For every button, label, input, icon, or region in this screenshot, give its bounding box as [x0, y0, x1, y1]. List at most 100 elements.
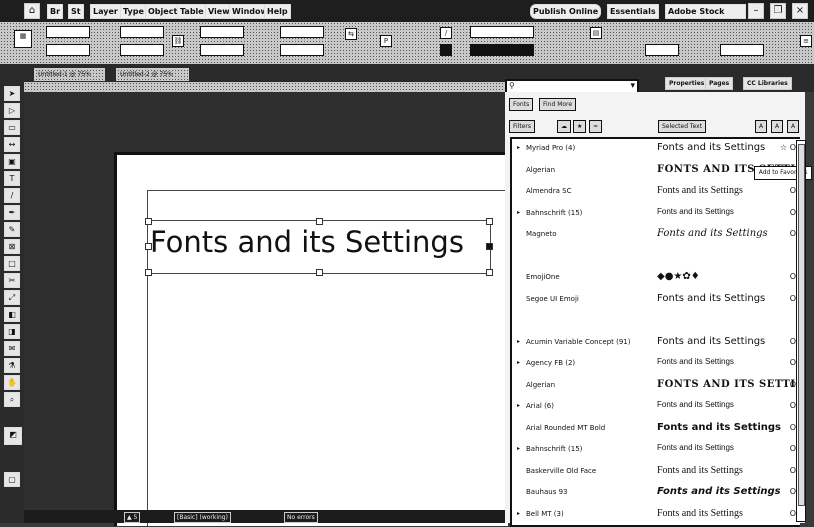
tab-properties[interactable]: Properties [665, 77, 709, 90]
frame-handle-br[interactable] [486, 269, 493, 276]
workspace-switcher[interactable]: Essentials [607, 4, 659, 19]
cloud-icon[interactable]: ☁ [557, 120, 571, 133]
expand-arrow-icon[interactable]: ▸ [517, 445, 520, 452]
filter-button[interactable]: Filters [509, 120, 535, 133]
gap-tool-icon[interactable]: ↔ [4, 137, 20, 152]
select-icon[interactable]: P [380, 35, 392, 47]
pen-tool-icon[interactable]: ✒ [4, 205, 20, 220]
dropdown-icon[interactable]: ▾ [630, 81, 635, 91]
view-mode-icon[interactable]: ▢ [4, 472, 20, 487]
expand-arrow-icon[interactable]: ▸ [517, 510, 520, 517]
font-list-item[interactable]: Almendra SC Fonts and its Settings O [512, 182, 800, 202]
menu-help[interactable]: Help [264, 4, 291, 19]
type-tool-icon[interactable]: T [4, 171, 20, 186]
rectangle-frame-tool-icon[interactable]: ⊠ [4, 239, 20, 254]
y-field[interactable] [46, 44, 90, 56]
font-list-item[interactable]: EmojiOne ◆●★✿♦ O [512, 268, 800, 288]
fill-swatch-icon[interactable]: / [440, 27, 452, 39]
frame-handle-tr[interactable] [486, 218, 493, 225]
font-list-item[interactable] [512, 247, 800, 267]
selection-tool-icon[interactable]: ➤ [4, 86, 20, 101]
menu-object[interactable]: Object [145, 4, 181, 19]
effects-field[interactable] [720, 44, 764, 56]
width-field[interactable] [120, 26, 164, 38]
document-tab-2[interactable]: Untitled-2 @ 75% [116, 68, 189, 81]
stroke-type-field[interactable] [470, 26, 534, 38]
favorite-star-icon[interactable]: ☆ O [780, 143, 796, 152]
font-list-item[interactable]: Magneto Fonts and its Settings O [512, 225, 800, 245]
pencil-tool-icon[interactable]: ✎ [4, 222, 20, 237]
rectangle-tool-icon[interactable]: □ [4, 256, 20, 271]
align-icon[interactable]: ▤ [590, 27, 602, 39]
direct-selection-tool-icon[interactable]: ▷ [4, 103, 20, 118]
font-size-large-icon[interactable]: A [771, 120, 784, 133]
expand-arrow-icon[interactable]: ▸ [517, 144, 520, 151]
tab-fonts[interactable]: Fonts [509, 98, 534, 111]
menu-br[interactable]: Br [47, 4, 64, 19]
menu-st[interactable]: St [68, 4, 84, 19]
constrain-icon[interactable]: ⛓ [172, 35, 184, 47]
line-tool-icon[interactable]: / [4, 188, 20, 203]
preflight-profile[interactable]: [Basic] (working) [174, 512, 231, 523]
x-field[interactable] [46, 26, 90, 38]
menu-layer[interactable]: Layer [90, 4, 121, 19]
content-collector-icon[interactable]: ▣ [4, 154, 20, 169]
selected-text-toggle[interactable]: Selected Text [658, 120, 707, 133]
tab-find-more[interactable]: Find More [539, 98, 577, 111]
flip-icon[interactable]: ⇆ [345, 28, 357, 40]
expand-arrow-icon[interactable]: ▸ [517, 359, 520, 366]
font-list-item[interactable] [512, 311, 800, 331]
restore-icon[interactable]: ❐ [770, 3, 786, 19]
font-list-item[interactable]: ▸ Myriad Pro (4) Fonts and its Settings ☆ O [512, 139, 800, 159]
frame-handle-bl[interactable] [145, 269, 152, 276]
minimize-icon[interactable]: – [748, 3, 764, 19]
free-transform-tool-icon[interactable]: ⤢ [4, 290, 20, 305]
scale-y-field[interactable] [200, 44, 244, 56]
font-list-item[interactable]: Arial Rounded MT Bold Fonts and its Setti… [512, 419, 800, 439]
stroke-weight-field[interactable] [470, 44, 534, 56]
fill-stroke-icon[interactable]: ◩ [4, 427, 22, 445]
font-list-item[interactable]: AlgerianFONTS AND ITS SETTINGSO [512, 376, 800, 396]
frame-handle-tl[interactable] [145, 218, 152, 225]
height-field[interactable] [120, 44, 164, 56]
font-list-item[interactable]: ▸ Acumin Variable Concept (91) Fonts and i… [512, 333, 800, 353]
expand-arrow-icon[interactable]: ▸ [517, 338, 520, 345]
tab-cc-libraries[interactable]: CC Libraries [743, 77, 792, 90]
font-list-scrollbar[interactable] [796, 140, 806, 522]
text-frame[interactable]: Fonts and its Settings [145, 218, 493, 276]
reference-point-icon[interactable]: ▦ [14, 30, 32, 48]
frame-handle-bm[interactable] [316, 269, 323, 276]
stock-search[interactable]: Adobe Stock [665, 4, 746, 19]
zoom-tool-icon[interactable]: ⌕ [4, 392, 20, 407]
tab-pages[interactable]: Pages [705, 77, 734, 90]
similar-icon[interactable]: ≈ [589, 120, 603, 133]
font-list-item[interactable]: ▸ Bahnschrift (15) Fonts and its Settings O [512, 440, 800, 460]
font-list-item[interactable]: ▸ Bahnschrift (15) Fonts and its Settings O [512, 204, 800, 224]
frame-handle-mr[interactable] [486, 243, 493, 250]
scroll-thumb[interactable] [798, 144, 805, 506]
close-icon[interactable]: × [792, 3, 808, 19]
opacity-field[interactable] [645, 44, 679, 56]
font-size-small-icon[interactable]: A [755, 120, 768, 133]
home-icon[interactable]: ⌂ [24, 3, 40, 19]
page-tool-icon[interactable]: ▭ [4, 120, 20, 135]
font-list-item[interactable]: ▸ Arial (6) Fonts and its Settings O [512, 397, 800, 417]
expand-arrow-icon[interactable]: ▸ [517, 402, 520, 409]
scale-x-field[interactable] [200, 26, 244, 38]
gradient-tool-icon[interactable]: ◧ [4, 307, 20, 322]
font-list-item[interactable]: Segoe UI Emoji Fonts and its Settings O [512, 290, 800, 310]
frame-handle-ml[interactable] [145, 243, 152, 250]
menu-type[interactable]: Type [120, 4, 147, 19]
expand-arrow-icon[interactable]: ▸ [517, 209, 520, 216]
note-tool-icon[interactable]: ✉ [4, 341, 20, 356]
rotate-field[interactable] [280, 26, 324, 38]
font-list-item[interactable]: Baskerville Old Face Fonts and its Settin… [512, 462, 800, 482]
eyedropper-tool-icon[interactable]: ⚗ [4, 358, 20, 373]
publish-online-button[interactable]: Publish Online [530, 4, 602, 19]
document-tab-1[interactable]: Untitled-1 @ 75% [34, 68, 105, 81]
scissors-tool-icon[interactable]: ✂ [4, 273, 20, 288]
stroke-swatch-icon[interactable] [440, 44, 452, 56]
shear-field[interactable] [280, 44, 324, 56]
frame-handle-tm[interactable] [316, 218, 323, 225]
favorites-filter-icon[interactable]: ★ [573, 120, 587, 133]
